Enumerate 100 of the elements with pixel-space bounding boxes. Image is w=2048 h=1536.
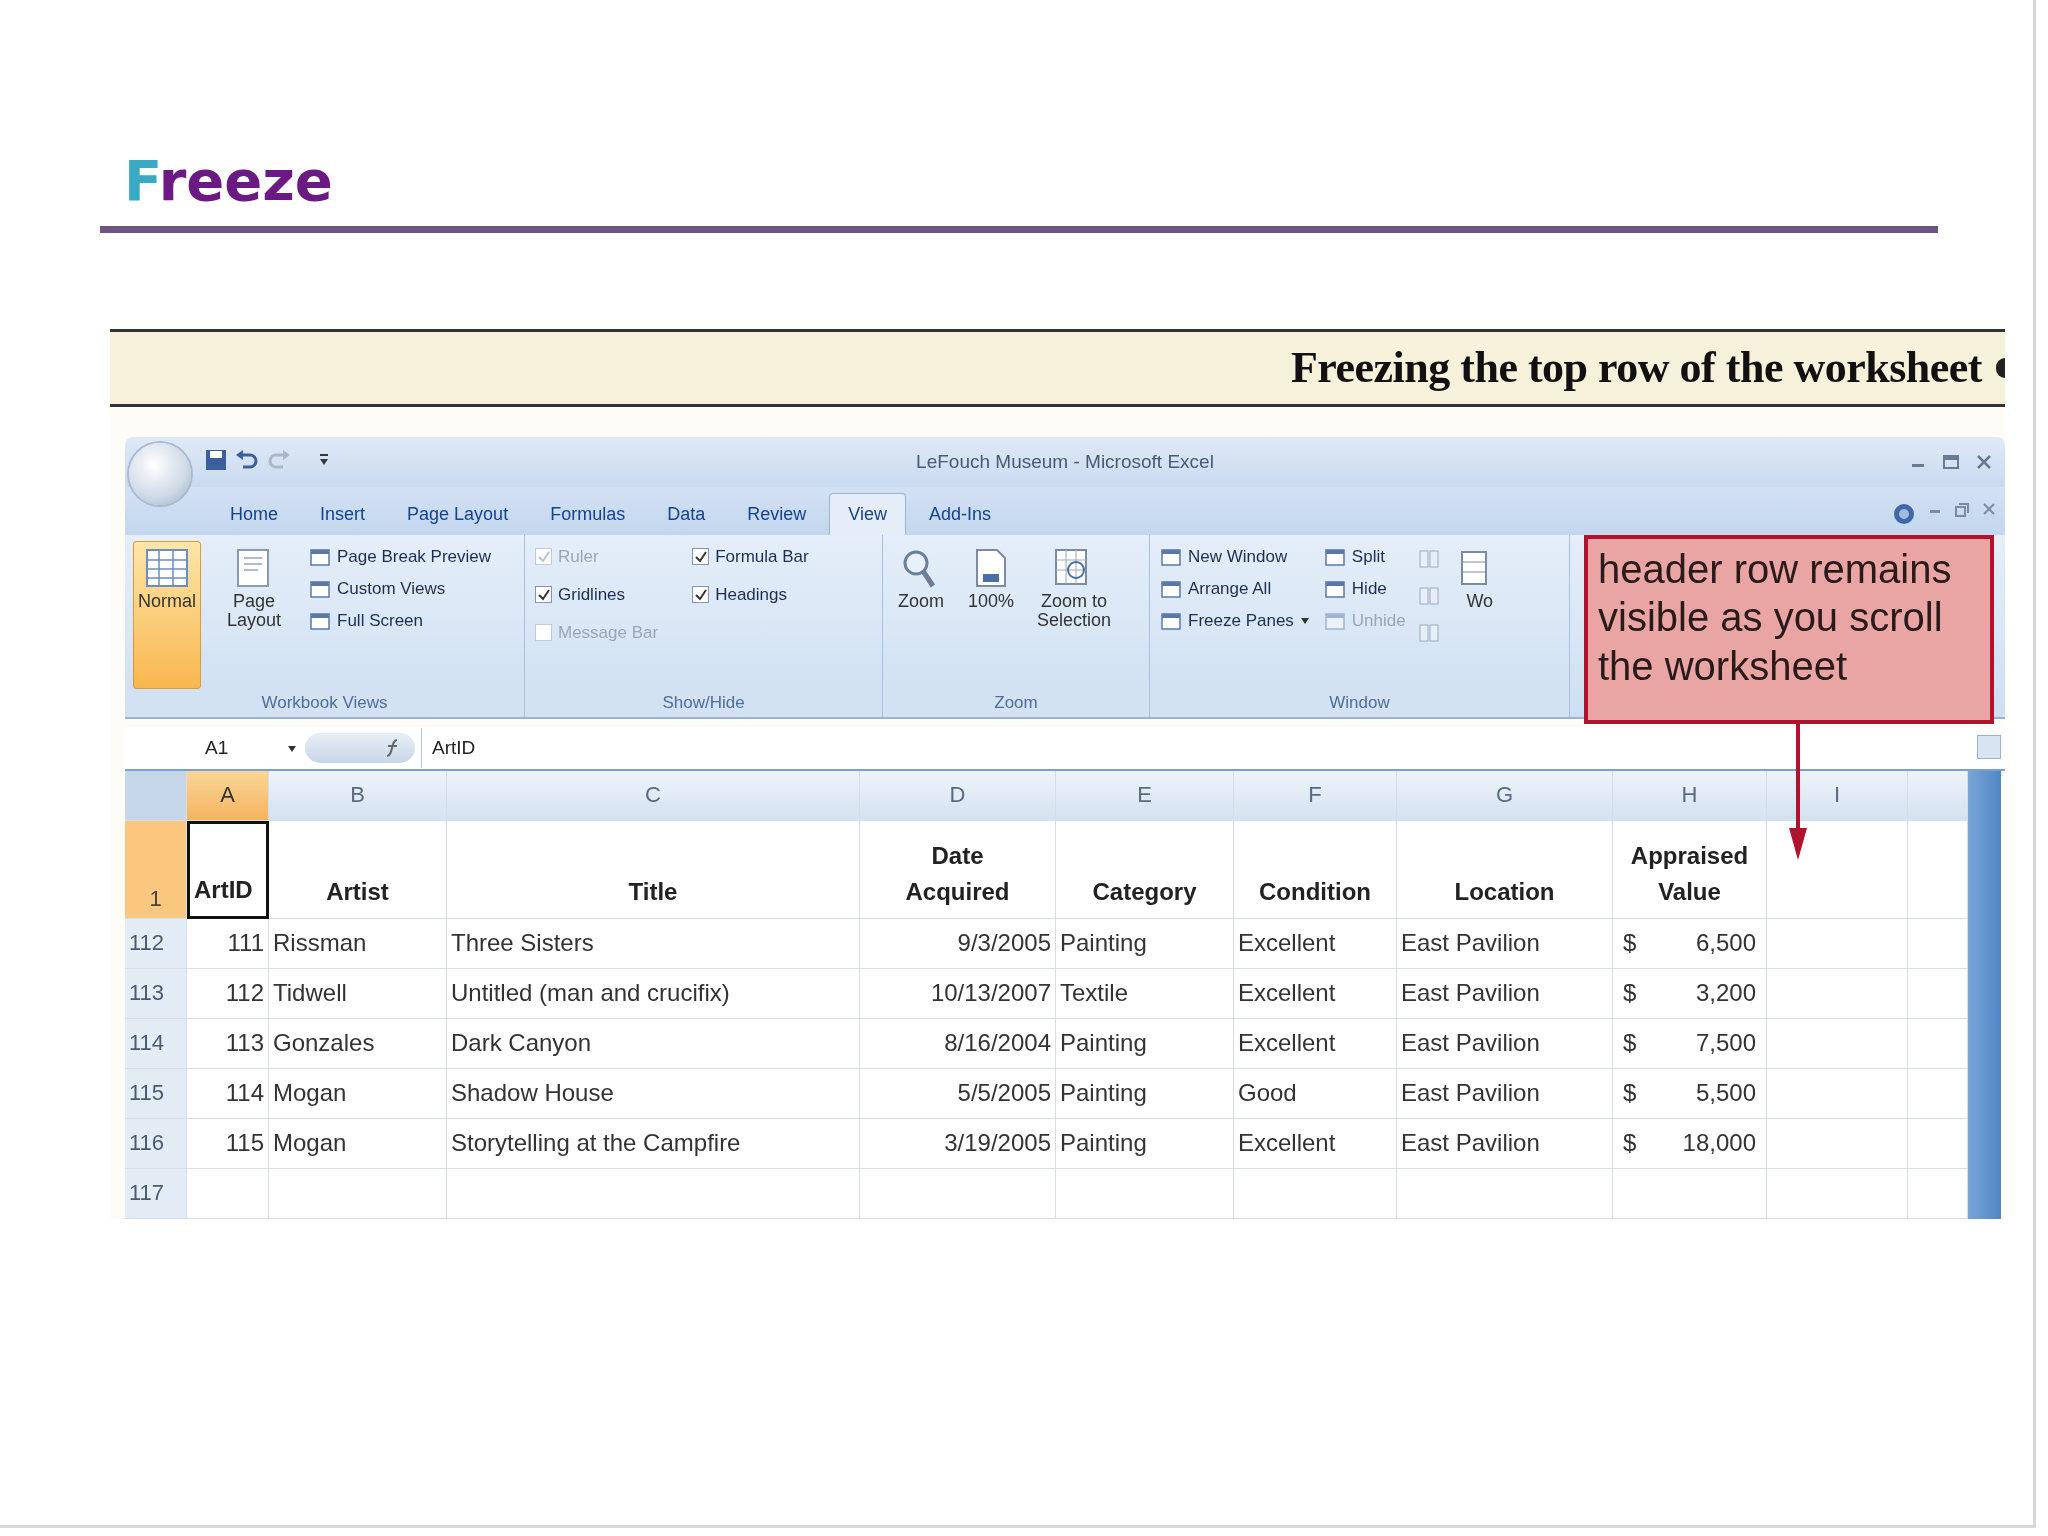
ribbon-tab[interactable]: Formulas (531, 492, 645, 535)
checkbox[interactable] (535, 586, 552, 604)
undo-icon (235, 449, 259, 472)
table-cell: Three Sisters (447, 918, 860, 969)
ribbon-tab[interactable]: View (829, 492, 906, 535)
expand-button[interactable] (1977, 734, 2001, 759)
column-heading: Appraised Value (1613, 820, 1767, 919)
redo-icon (267, 449, 291, 472)
ribbon-button[interactable]: Arrange All (1158, 576, 1312, 601)
column-header[interactable]: H (1613, 770, 1767, 821)
view-button[interactable]: Wo (1449, 540, 1510, 619)
ribbon-button[interactable]: Page Break Preview (307, 544, 494, 569)
table-cell: Storytelling at the Campfire (447, 1118, 860, 1169)
view-button[interactable]: Normal (133, 540, 201, 689)
dropdown-icon (287, 744, 297, 753)
column-header[interactable]: B (269, 770, 447, 821)
ribbon-button[interactable]: Full Screen (307, 608, 494, 633)
maximize-icon[interactable] (1943, 454, 1959, 469)
row-header[interactable]: 114 (125, 1018, 187, 1069)
column-header[interactable]: C (447, 770, 860, 821)
close-icon[interactable] (1983, 502, 1995, 515)
table-cell: Textile (1056, 968, 1234, 1019)
table-cell: Dark Canyon (447, 1018, 860, 1069)
table-cell: Good (1234, 1068, 1397, 1119)
save-icon (205, 449, 227, 472)
table-cell: Excellent (1234, 1018, 1397, 1069)
row-header[interactable]: 113 (125, 968, 187, 1019)
split-window-icon (1417, 585, 1440, 606)
checkbox[interactable] (692, 548, 710, 566)
table-cell: Painting (1056, 1118, 1234, 1169)
window-icon (309, 546, 331, 567)
slide-title: Freeze (123, 150, 333, 212)
checkmark-icon (694, 588, 707, 601)
column-header[interactable]: E (1056, 770, 1234, 821)
table-cell: Tidwell (269, 968, 447, 1019)
table-cell: 115 (187, 1118, 269, 1169)
window-icon (1160, 610, 1182, 631)
table-cell: Gonzales (269, 1018, 447, 1069)
table-cell: Mogan (269, 1118, 447, 1169)
restore-icon[interactable] (1955, 502, 1969, 517)
ribbon-button[interactable]: Split (1321, 544, 1408, 569)
table-cell: East Pavilion (1397, 918, 1613, 969)
ribbon-tab[interactable]: Insert (301, 492, 385, 535)
column-header[interactable]: A (187, 770, 269, 821)
table-cell: East Pavilion (1397, 1018, 1613, 1069)
checkbox-label: Message Bar (558, 622, 659, 643)
column-heading: Condition (1234, 820, 1397, 919)
ribbon-tab[interactable]: Add-Ins (909, 492, 1010, 535)
table-cell: Shadow House (447, 1068, 860, 1119)
view-button[interactable]: 100% (961, 540, 1021, 619)
checkbox-label: Headings (715, 584, 787, 605)
row-header[interactable]: 1 (125, 820, 187, 919)
row-header[interactable]: 115 (125, 1068, 187, 1119)
help-icon[interactable] (1893, 502, 1915, 525)
column-header[interactable]: F (1234, 770, 1397, 821)
column-heading: Category (1056, 820, 1234, 919)
ribbon-button[interactable]: Freeze Panes (1158, 608, 1312, 633)
ribbon-button[interactable]: Hide (1321, 576, 1408, 601)
table-cell: Untitled (man and crucifix) (447, 968, 860, 1019)
ribbon-button[interactable]: Custom Views (307, 576, 494, 601)
name-box[interactable]: A1 (125, 730, 305, 765)
split-window-icon (1417, 548, 1440, 569)
row-header[interactable]: 116 (125, 1118, 187, 1169)
ribbon-tab[interactable]: Review (728, 492, 826, 535)
table-cell: East Pavilion (1397, 1118, 1613, 1169)
column-header[interactable]: D (860, 770, 1056, 821)
table-cell: Excellent (1234, 918, 1397, 969)
column-heading: Title (447, 820, 860, 919)
ribbon-tab[interactable]: Data (648, 492, 725, 535)
row-header[interactable]: 112 (125, 918, 187, 969)
view-button[interactable]: Zoom (891, 540, 951, 619)
window-icon (1160, 546, 1182, 567)
view-button[interactable]: Page Layout (211, 540, 297, 639)
table-cell: 5/5/2005 (860, 1068, 1056, 1119)
window-icon (1323, 546, 1346, 567)
checkmark-icon (694, 550, 707, 563)
table-cell: Painting (1056, 1018, 1234, 1069)
ribbon-button[interactable]: New Window (1158, 544, 1312, 569)
checkbox[interactable] (692, 586, 710, 604)
table-cell: 3/19/2005 (860, 1118, 1056, 1169)
checkmark-icon (537, 588, 550, 601)
ribbon-tab[interactable]: Page Layout (388, 492, 528, 535)
checkbox-label: Formula Bar (715, 546, 809, 567)
window-icon (309, 578, 331, 599)
row-header[interactable]: 117 (125, 1168, 187, 1219)
close-icon[interactable] (1977, 454, 1991, 469)
table-cell: $ 3,200 (1613, 968, 1767, 1019)
table-cell: Mogan (269, 1068, 447, 1119)
view-button[interactable]: Zoom to Selection (1031, 540, 1117, 639)
table-cell: 8/16/2004 (860, 1018, 1056, 1069)
callout: header row remains visible as you scroll the worksheet (1584, 534, 1994, 724)
scrollbar[interactable] (1968, 770, 2001, 1219)
column-header[interactable]: G (1397, 770, 1613, 821)
window-icon (1323, 610, 1346, 631)
column-header[interactable]: I (1767, 770, 1908, 821)
window-icon (1160, 578, 1182, 599)
ribbon-tab[interactable]: Home (211, 492, 297, 535)
table-cell: Excellent (1234, 968, 1397, 1019)
office-button[interactable] (129, 442, 191, 505)
table-cell: $ 7,500 (1613, 1018, 1767, 1069)
